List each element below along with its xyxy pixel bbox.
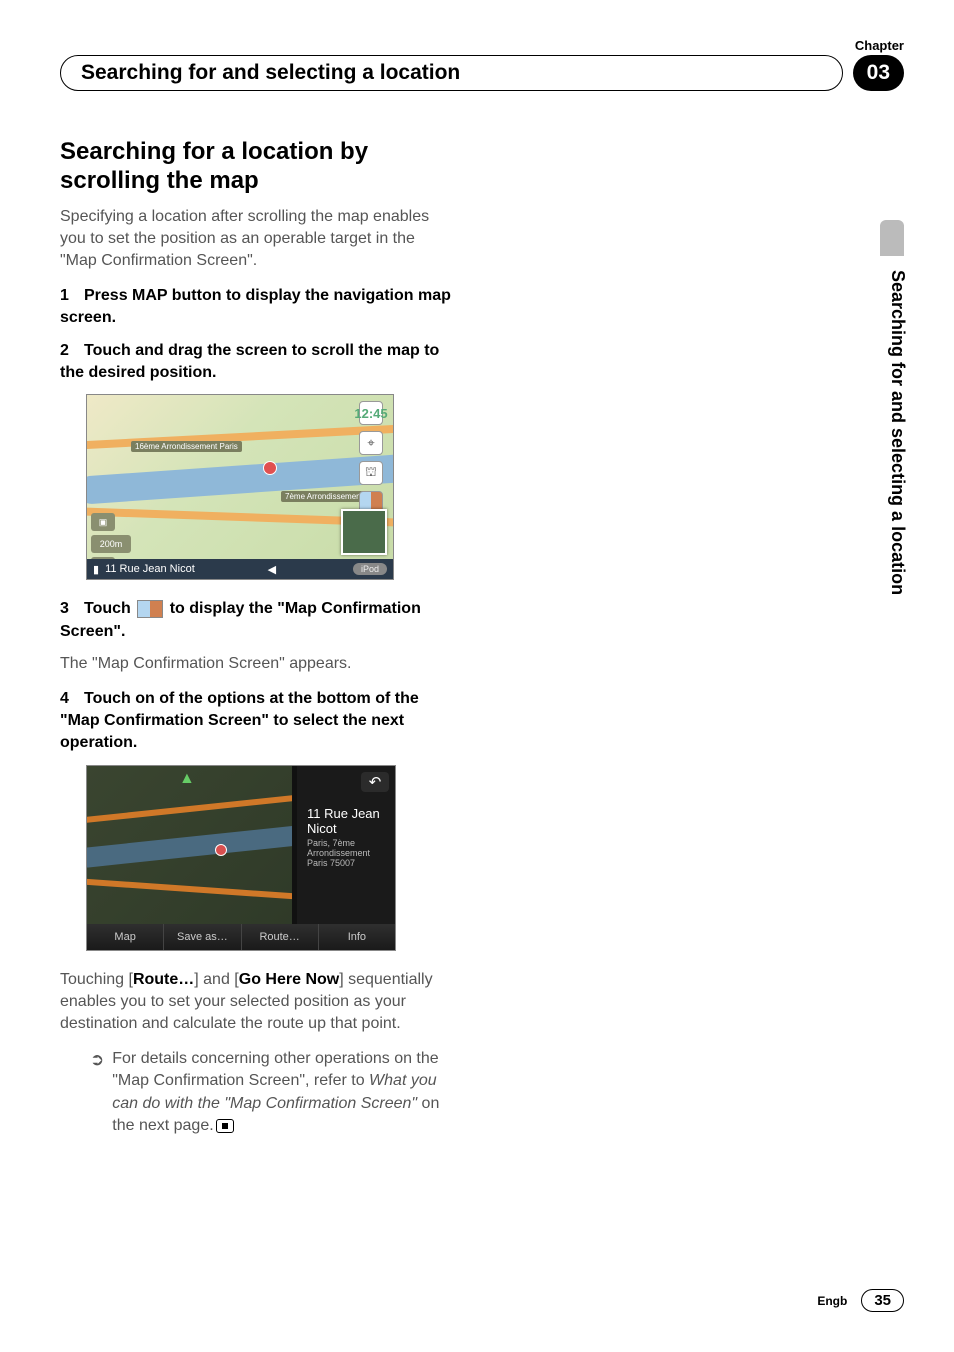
page-title-pill: Searching for and selecting a location bbox=[60, 55, 843, 91]
side-tab: Searching for and selecting a location bbox=[864, 220, 904, 800]
map-bottom-bar: ▮ 11 Rue Jean Nicot ◀ iPod bbox=[87, 559, 393, 579]
step-number: 1 bbox=[60, 285, 84, 307]
step-3-follow: The "Map Confirmation Screen" appears. bbox=[60, 653, 455, 675]
go-here-now-label: Go Here Now bbox=[239, 971, 339, 988]
conf-address-line1: 11 Rue Jean Nicot bbox=[307, 806, 385, 836]
map-confirmation-screenshot: ▲ ↶ 11 Rue Jean Nicot Paris, 7ème Arrond… bbox=[86, 765, 396, 951]
north-arrow-icon: ▲ bbox=[179, 770, 195, 788]
step-number: 4 bbox=[60, 688, 84, 710]
side-tab-text: Searching for and selecting a location bbox=[887, 270, 908, 595]
map-address-label: 11 Rue Jean Nicot bbox=[105, 563, 195, 575]
step-text: Press MAP button to display the navigati… bbox=[60, 287, 451, 326]
compass-icon: ⌖ bbox=[359, 431, 383, 455]
chapter-number-badge: 03 bbox=[853, 55, 904, 91]
map-button[interactable]: Map bbox=[87, 924, 164, 950]
step-number: 2 bbox=[60, 340, 84, 362]
step-text: Touch on of the options at the bottom of… bbox=[60, 690, 419, 752]
scale-label: 200m bbox=[91, 535, 131, 553]
paragraph-route: Touching [Route…] and [Go Here Now] sequ… bbox=[60, 969, 455, 1036]
map-district-label: 16ème Arrondissement Paris bbox=[131, 441, 242, 452]
para-text: ] and [ bbox=[194, 971, 238, 988]
scale-icon: ▣ bbox=[91, 513, 115, 531]
header-row: Searching for and selecting a location 0… bbox=[60, 55, 904, 91]
back-icon: ↶ bbox=[361, 772, 389, 792]
pointer-icon: ➲ bbox=[90, 1048, 104, 1138]
map-district-label: 7ème Arrondissement bbox=[281, 491, 367, 502]
map-road bbox=[87, 793, 292, 825]
step-1: 1Press MAP button to display the navigat… bbox=[60, 285, 455, 330]
chapter-label: Chapter bbox=[855, 38, 904, 53]
route-label: Route… bbox=[133, 971, 194, 988]
poi-icon: ⛫ bbox=[359, 461, 383, 485]
side-tab-accent bbox=[880, 220, 904, 256]
ipod-badge: iPod bbox=[353, 563, 387, 575]
play-icon: ◀ bbox=[268, 563, 276, 576]
content-column: Searching for a location by scrolling th… bbox=[60, 138, 455, 1141]
time-badge: 12:45 bbox=[359, 401, 383, 425]
step-4: 4Touch on of the options at the bottom o… bbox=[60, 688, 455, 755]
info-button[interactable]: Info bbox=[319, 924, 395, 950]
step-2: 2Touch and drag the screen to scroll the… bbox=[60, 340, 455, 385]
map-flag-icon bbox=[215, 844, 227, 856]
map-road bbox=[87, 877, 292, 900]
map-river bbox=[87, 823, 292, 868]
section-title: Searching for a location by scrolling th… bbox=[60, 138, 455, 196]
page-number: 35 bbox=[861, 1289, 904, 1312]
intro-text: Specifying a location after scrolling th… bbox=[60, 206, 455, 273]
location-pin-icon: ▮ bbox=[93, 563, 99, 576]
map-confirm-icon bbox=[137, 600, 163, 618]
conf-map-area: ▲ bbox=[87, 766, 292, 926]
conf-bottom-buttons: Map Save as… Route… Info bbox=[87, 924, 395, 950]
step-number: 3 bbox=[60, 598, 84, 620]
step-text-a: Touch bbox=[84, 600, 135, 617]
route-button[interactable]: Route… bbox=[242, 924, 319, 950]
map-screenshot-1: 16ème Arrondissement Paris 7ème Arrondis… bbox=[86, 394, 394, 580]
step-3: 3Touch to display the "Map Confirmation … bbox=[60, 598, 455, 643]
map-thumbnail bbox=[341, 509, 387, 555]
para-text: Touching [ bbox=[60, 971, 133, 988]
conf-address-line2: Paris, 7ème Arrondissement Paris 75007 bbox=[307, 838, 385, 868]
page-footer: Engb 35 bbox=[817, 1289, 904, 1312]
conf-info-panel: ↶ 11 Rue Jean Nicot Paris, 7ème Arrondis… bbox=[297, 766, 395, 926]
map-right-icons: 12:45 ⌖ ⛫ bbox=[359, 401, 387, 515]
section-end-icon bbox=[216, 1119, 234, 1133]
bullet-text: For details concerning other operations … bbox=[112, 1048, 455, 1138]
save-as-button[interactable]: Save as… bbox=[164, 924, 241, 950]
step-text: Touch and drag the screen to scroll the … bbox=[60, 342, 439, 381]
language-label: Engb bbox=[817, 1294, 847, 1308]
bullet-cross-ref: ➲ For details concerning other operation… bbox=[90, 1048, 455, 1138]
